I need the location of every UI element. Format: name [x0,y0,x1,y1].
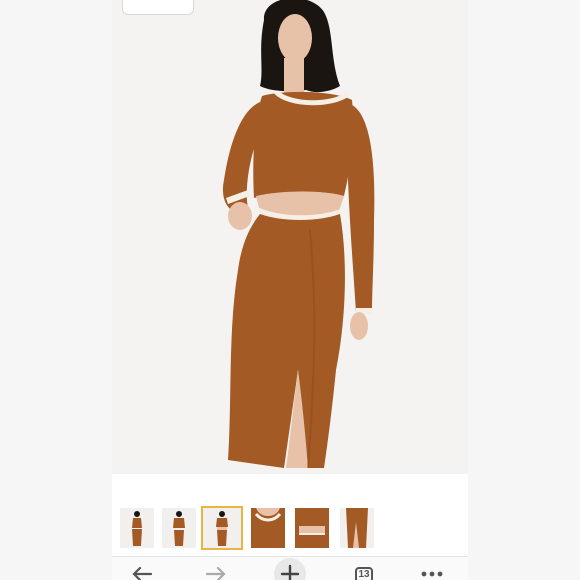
thumbnail-6[interactable] [340,508,374,548]
thumbnail-3-selected[interactable] [201,506,243,550]
browser-viewport: 13 [112,0,468,580]
thumbnail-1[interactable] [120,508,154,548]
right-background [468,0,580,580]
browser-toolbar: 13 [112,556,468,580]
back-arrow-icon [132,566,153,580]
tabs-count: 13 [355,567,373,580]
top-chip[interactable] [122,0,194,15]
menu-button[interactable] [414,563,450,580]
new-tab-button[interactable] [272,557,308,580]
left-background [0,0,112,580]
plus-icon [274,558,306,580]
product-hero-image[interactable] [112,0,468,474]
tabs-button[interactable]: 13 [346,563,382,580]
thumbnail-strip [112,498,468,558]
thumbnail-2[interactable] [162,508,196,548]
back-button[interactable] [124,563,160,580]
thumbnail-4[interactable] [251,508,285,548]
product-photo [112,0,468,474]
thumbnail-5[interactable] [295,508,329,548]
forward-arrow-icon [205,566,226,580]
forward-button[interactable] [198,563,234,580]
more-icon [421,571,443,577]
